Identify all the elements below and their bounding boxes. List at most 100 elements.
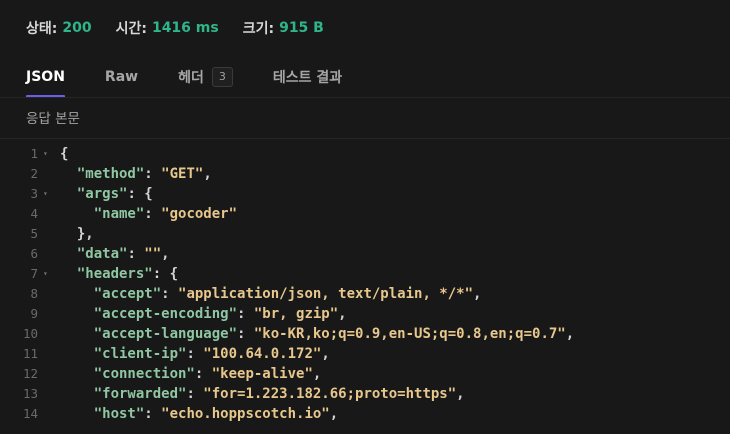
response-time-label: 시간: (115, 21, 147, 37)
line-number: 4 (30, 206, 38, 221)
response-size: 크기: 915 B (243, 18, 324, 38)
code-line: 5 }, (0, 224, 730, 244)
code-line-content: "host": "echo.hoppscotch.io", (60, 404, 338, 424)
code-line-content: "args": { (60, 184, 153, 204)
code-line-content: { (60, 144, 68, 164)
json-punctuation: , (203, 166, 212, 182)
json-punctuation: : (194, 366, 212, 382)
code-line: 7 ▾ "headers": { (0, 264, 730, 284)
line-number: 8 (30, 286, 38, 301)
line-number: 2 (30, 166, 38, 181)
response-tabs: JSON Raw 헤더 3 테스트 결과 (0, 56, 730, 98)
json-key: "accept-language" (93, 326, 238, 342)
json-punctuation: , (312, 366, 322, 382)
code-line-content: }, (60, 224, 94, 244)
json-string: "for=1.223.182.66;proto=https" (203, 386, 457, 402)
json-punctuation: : (144, 166, 162, 182)
code-line-content: "client-ip": "100.64.0.172", (60, 344, 330, 364)
status-code: 상태: 200 (26, 18, 92, 38)
line-number: 5 (30, 226, 38, 241)
json-punctuation: : (237, 326, 254, 342)
line-number: 10 (22, 326, 38, 341)
json-punctuation: , (321, 346, 330, 362)
json-punctuation: : { (152, 266, 179, 282)
json-punctuation: , (338, 306, 347, 322)
json-key: "client-ip" (93, 346, 187, 362)
code-line-content: "name": "gocoder" (60, 204, 237, 224)
line-number: 11 (22, 346, 38, 361)
json-key: "headers" (76, 266, 153, 282)
json-punctuation: : (161, 286, 179, 302)
tab-test-results-label: 테스트 결과 (272, 70, 343, 86)
code-line: 6 "data": "", (0, 244, 730, 264)
json-string: "" (144, 246, 162, 262)
code-line: 3 ▾ "args": { (0, 184, 730, 204)
fold-chevron-icon[interactable]: ▾ (43, 184, 48, 204)
code-line: 12 "connection": "keep-alive", (0, 364, 730, 384)
response-size-value: 915 B (279, 20, 324, 36)
code-line-content: "accept-language": "ko-KR,ko;q=0.9,en-US… (60, 324, 574, 344)
json-punctuation: : { (127, 186, 153, 202)
json-punctuation: : (237, 306, 254, 322)
json-punctuation: , (161, 246, 170, 262)
json-key: "method" (76, 166, 145, 182)
code-line-content: "data": "", (60, 244, 170, 264)
json-punctuation: }, (76, 226, 94, 242)
code-line-content: "connection": "keep-alive", (60, 364, 322, 384)
fold-chevron-icon[interactable]: ▾ (43, 144, 48, 164)
json-punctuation: : (186, 346, 204, 362)
tab-test-results[interactable]: 테스트 결과 (273, 56, 342, 98)
tab-headers[interactable]: 헤더 3 (178, 56, 233, 98)
fold-chevron-icon[interactable]: ▾ (43, 264, 48, 284)
json-string: "ko-KR,ko;q=0.9,en-US;q=0.8,en;q=0.7" (253, 326, 566, 342)
code-line-content: "forwarded": "for=1.223.182.66;proto=htt… (60, 384, 465, 404)
line-number: 12 (22, 366, 38, 381)
json-key: "args" (76, 186, 128, 202)
code-line-content: "headers": { (60, 264, 178, 284)
json-string: "GET" (161, 166, 204, 182)
line-number: 13 (22, 386, 38, 401)
response-status-bar: 상태: 200 시간: 1416 ms 크기: 915 B (0, 0, 730, 56)
json-punctuation: : (144, 406, 162, 422)
tab-raw-label: Raw (104, 69, 139, 85)
tab-json[interactable]: JSON (26, 56, 65, 98)
code-line: 2 "method": "GET", (0, 164, 730, 184)
status-code-value: 200 (62, 20, 92, 36)
tab-raw[interactable]: Raw (105, 56, 138, 98)
code-line-content: "accept-encoding": "br, gzip", (60, 304, 347, 324)
code-line: 11 "client-ip": "100.64.0.172", (0, 344, 730, 364)
response-time-value: 1416 ms (151, 20, 219, 36)
code-line-content: "accept": "application/json, text/plain,… (60, 284, 482, 304)
response-time: 시간: 1416 ms (116, 18, 219, 38)
headers-count-badge: 3 (211, 67, 233, 87)
line-number: 6 (30, 246, 38, 261)
status-code-label: 상태: (26, 21, 58, 37)
tab-json-label: JSON (26, 69, 65, 85)
json-key: "data" (76, 246, 128, 262)
json-punctuation: : (127, 246, 145, 262)
line-number: 9 (30, 306, 38, 321)
json-punctuation: , (473, 286, 482, 302)
json-punctuation: , (329, 406, 339, 422)
json-string: "application/json, text/plain, */*" (178, 286, 474, 302)
response-size-label: 크기: (242, 21, 275, 37)
section-divider (0, 138, 730, 139)
json-key: "forwarded" (93, 386, 187, 402)
json-string: "100.64.0.172" (203, 346, 322, 362)
code-line: 10 "accept-language": "ko-KR,ko;q=0.9,en… (0, 324, 730, 344)
json-punctuation: : (144, 206, 162, 222)
json-punctuation: , (565, 326, 575, 342)
json-string: "br, gzip" (253, 306, 339, 322)
code-line: 1 ▾ { (0, 144, 730, 164)
json-string: "keep-alive" (211, 366, 313, 382)
json-punctuation: : (186, 386, 204, 402)
json-key: "connection" (93, 366, 195, 382)
json-string: "echo.hoppscotch.io" (161, 406, 330, 422)
json-key: "host" (93, 406, 145, 422)
json-code-viewer[interactable]: 1 ▾{2 "method": "GET", 3 ▾ "args": {4 "name… (0, 144, 730, 434)
json-punctuation: , (456, 386, 465, 402)
json-key: "accept-encoding" (93, 306, 238, 322)
line-number: 3 (30, 186, 38, 201)
line-number: 7 (30, 266, 38, 281)
tab-headers-label: 헤더 (178, 70, 204, 86)
